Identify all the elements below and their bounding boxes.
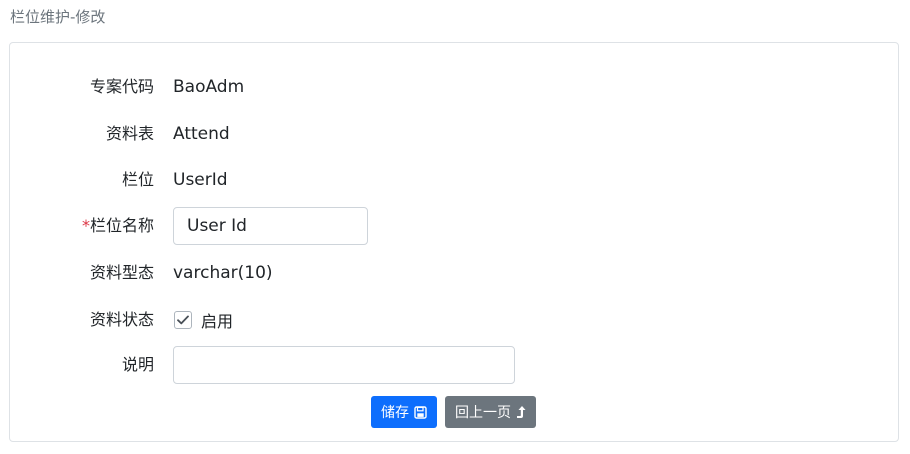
- table-value: Attend: [173, 124, 230, 144]
- description-label: 说明: [121, 355, 154, 374]
- field-name-label: 栏位名称: [89, 216, 154, 235]
- arrow-up-return-icon: [517, 406, 526, 418]
- data-type-label: 资料型态: [89, 263, 154, 282]
- checkmark-icon: [177, 315, 189, 325]
- status-checkbox[interactable]: [174, 311, 192, 329]
- description-row: 说明: [10, 346, 898, 384]
- back-button-label: 回上一页: [455, 405, 511, 421]
- status-row: 资料状态 启用: [10, 301, 898, 339]
- save-button[interactable]: 储存: [371, 396, 437, 428]
- floppy-disk-icon: [414, 405, 427, 419]
- form-card: 专案代码 BaoAdm 资料表 Attend 栏位 UserId *栏位名称 资…: [9, 42, 899, 442]
- project-code-label: 专案代码: [89, 77, 154, 96]
- back-button[interactable]: 回上一页: [445, 396, 536, 428]
- table-label: 资料表: [105, 124, 154, 143]
- status-checkbox-group: 启用: [174, 301, 233, 339]
- field-name-row: *栏位名称: [10, 207, 898, 245]
- field-row: 栏位 UserId: [10, 161, 898, 199]
- field-label: 栏位: [121, 170, 154, 189]
- project-code-value: BaoAdm: [173, 77, 245, 97]
- data-type-value: varchar(10): [173, 263, 273, 283]
- description-input[interactable]: [173, 346, 515, 384]
- required-mark: *: [81, 216, 90, 235]
- table-row: 资料表 Attend: [10, 115, 898, 153]
- data-type-row: 资料型态 varchar(10): [10, 254, 898, 292]
- project-code-row: 专案代码 BaoAdm: [10, 68, 898, 106]
- field-name-input[interactable]: [173, 207, 368, 245]
- save-button-label: 储存: [381, 405, 409, 421]
- field-name-label-wrap: *栏位名称: [82, 207, 154, 245]
- field-value: UserId: [173, 170, 228, 190]
- page-title: 栏位维护-修改: [10, 8, 106, 26]
- status-checkbox-label[interactable]: 启用: [201, 308, 233, 332]
- status-label: 资料状态: [89, 310, 154, 329]
